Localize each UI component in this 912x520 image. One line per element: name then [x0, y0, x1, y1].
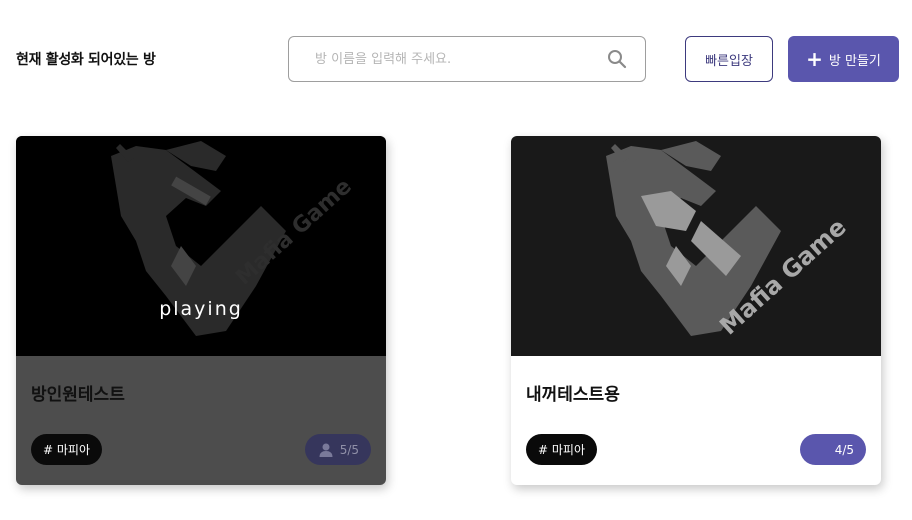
playing-status: playing	[159, 298, 243, 320]
create-room-button[interactable]: + 방 만들기	[788, 36, 899, 82]
room-card[interactable]: Mafia Game playing 방인원테스트 # 마피아 5/5	[16, 136, 386, 485]
room-tag: # 마피아	[31, 434, 102, 465]
room-thumbnail: Mafia Game playing	[16, 136, 386, 356]
mafia-logo: Mafia Game	[606, 141, 852, 340]
room-card[interactable]: Mafia Game 내꺼테스트용 # 마피아 4/5	[511, 136, 881, 485]
player-count: 4/5	[800, 434, 866, 465]
search-box[interactable]	[288, 36, 646, 82]
search-input[interactable]	[301, 37, 601, 81]
quick-join-button[interactable]: 빠른입장	[685, 36, 773, 82]
player-count-value: 4/5	[834, 442, 854, 457]
player-count-value: 5/5	[339, 442, 359, 457]
room-name: 방인원테스트	[31, 385, 125, 405]
player-count: 5/5	[305, 434, 371, 465]
room-tag: # 마피아	[526, 434, 597, 465]
user-icon	[319, 443, 333, 457]
page-title: 현재 활성화 되어있는 방	[16, 52, 156, 68]
create-room-label: 방 만들기	[828, 53, 881, 69]
mafia-logo: Mafia Game	[111, 141, 357, 336]
room-thumbnail: Mafia Game	[511, 136, 881, 356]
plus-icon: +	[806, 47, 823, 71]
search-icon[interactable]	[607, 49, 627, 69]
room-name: 내꺼테스트용	[526, 385, 620, 405]
